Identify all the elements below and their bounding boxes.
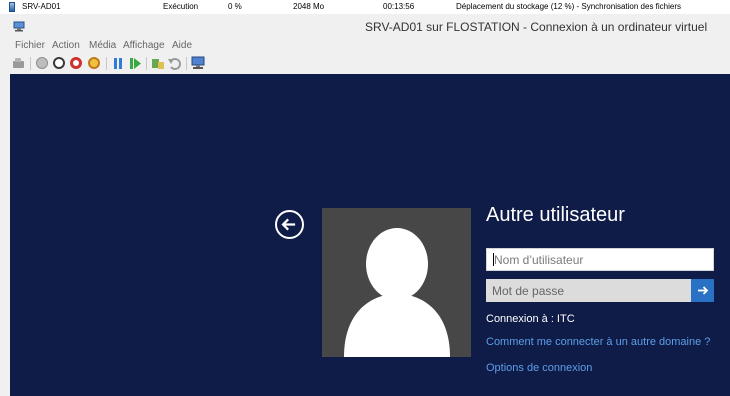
window-left-frame (0, 74, 10, 396)
user-silhouette-icon (344, 228, 450, 357)
shutdown-icon[interactable] (70, 57, 82, 69)
reset-icon[interactable] (129, 57, 142, 70)
vm-list-row[interactable]: SRV-AD01 Exécution 0 % 2048 Mo 00:13:56 … (0, 0, 712, 14)
pause-icon[interactable] (112, 57, 124, 70)
toolbar-separator (30, 57, 31, 70)
save-icon[interactable] (88, 57, 100, 69)
submit-arrow-icon[interactable] (691, 279, 714, 302)
vm-connection-window: SRV-AD01 sur FLOSTATION - Connexion à un… (0, 16, 730, 396)
title-bar: SRV-AD01 sur FLOSTATION - Connexion à un… (0, 16, 730, 38)
ctrl-alt-del-icon[interactable] (12, 57, 26, 70)
vm-state: Exécution (163, 2, 199, 11)
login-heading: Autre utilisateur (486, 204, 625, 226)
username-field[interactable]: Nom d’utilisateur (486, 248, 714, 271)
vm-screen[interactable]: Autre utilisateur Nom d’utilisateur Mot … (10, 74, 730, 396)
toolbar-separator (146, 57, 147, 70)
vm-cpu: 0 % (228, 2, 242, 11)
vm-icon (9, 2, 15, 12)
menu-fichier[interactable]: Fichier (15, 40, 45, 51)
username-placeholder: Nom d’utilisateur (494, 253, 584, 267)
window-title: SRV-AD01 sur FLOSTATION - Connexion à un… (365, 20, 708, 34)
toolbar-separator (106, 57, 107, 70)
password-field[interactable]: Mot de passe (486, 279, 691, 302)
vm-uptime: 00:13:56 (383, 2, 415, 11)
back-arrow-icon[interactable] (275, 210, 304, 239)
menu-affichage[interactable]: Affichage (123, 40, 165, 51)
vm-memory: 2048 Mo (293, 2, 325, 11)
revert-icon[interactable] (168, 57, 181, 70)
toolbar (0, 55, 730, 73)
turn-off-icon[interactable] (53, 57, 65, 69)
vm-name: SRV-AD01 (22, 2, 61, 11)
other-domain-link[interactable]: Comment me connecter à un autre domaine … (486, 336, 710, 348)
domain-label: Connexion à : ITC (486, 313, 575, 325)
user-avatar (322, 208, 471, 357)
toolbar-separator (186, 57, 187, 70)
enhanced-session-icon[interactable] (191, 56, 205, 70)
vm-status: Déplacement du stockage (12 %) - Synchro… (456, 2, 681, 11)
vm-connect-icon (13, 21, 25, 32)
menu-bar: Fichier Action Média Affichage Aide (0, 39, 730, 53)
menu-aide[interactable]: Aide (172, 40, 192, 51)
sign-in-options-link[interactable]: Options de connexion (486, 362, 592, 374)
checkpoint-icon[interactable] (151, 57, 165, 70)
password-placeholder: Mot de passe (492, 284, 565, 298)
vm-list-edge (712, 0, 730, 14)
menu-media[interactable]: Média (89, 40, 116, 51)
menu-action[interactable]: Action (52, 40, 80, 51)
start-icon[interactable] (36, 57, 48, 69)
